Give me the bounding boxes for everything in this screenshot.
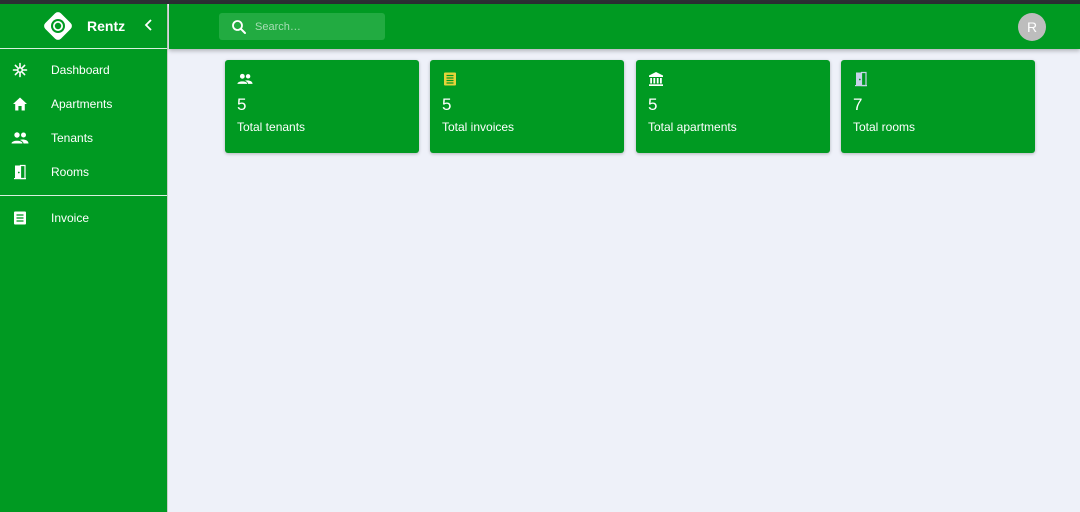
home-icon: [11, 95, 29, 113]
app-name: Rentz: [87, 18, 126, 34]
search-input[interactable]: [255, 20, 375, 33]
door-icon: [855, 71, 867, 87]
sidebar-item-label: Dashboard: [51, 63, 110, 77]
chevron-left-icon[interactable]: [141, 16, 157, 34]
stat-card-rooms: 7 Total rooms: [841, 60, 1035, 153]
sidebar-item-label: Invoice: [51, 211, 90, 225]
sidebar: Rentz Dashboard Apartments Tenants Rooms…: [0, 4, 168, 512]
sidebar-item-label: Apartments: [51, 97, 113, 111]
stat-card-tenants: 5 Total tenants: [225, 60, 419, 153]
sidebar-item-rooms[interactable]: Rooms: [0, 155, 167, 189]
sidebar-item-dashboard[interactable]: Dashboard: [0, 53, 167, 87]
sidebar-item-apartments[interactable]: Apartments: [0, 87, 167, 121]
stat-label: Total tenants: [237, 120, 306, 134]
sidebar-item-invoice[interactable]: Invoice: [0, 201, 167, 235]
search-box[interactable]: [219, 13, 385, 40]
sidebar-item-label: Tenants: [51, 131, 94, 145]
brand-header: Rentz: [0, 4, 167, 49]
people-icon: [11, 129, 29, 147]
receipt-icon: [11, 209, 29, 227]
top-app-bar: R: [169, 4, 1080, 49]
logo-icon: [44, 12, 72, 40]
stat-value: 7: [853, 95, 863, 114]
stat-label: Total rooms: [853, 120, 916, 134]
stat-card-invoices: 5 Total invoices: [430, 60, 624, 153]
sidebar-nav: Dashboard Apartments Tenants Rooms: [0, 49, 167, 189]
sidebar-item-tenants[interactable]: Tenants: [0, 121, 167, 155]
stat-label: Total apartments: [648, 120, 737, 134]
bank-icon: [649, 72, 663, 86]
stat-value: 5: [237, 95, 247, 114]
sidebar-secondary-nav: Invoice: [0, 196, 167, 235]
sidebar-item-label: Rooms: [51, 165, 90, 179]
stat-value: 5: [442, 95, 452, 114]
dashboard-icon: [11, 61, 29, 79]
people-icon: [237, 73, 253, 84]
stat-card-apartments: 5 Total apartments: [636, 60, 830, 153]
door-icon: [11, 163, 29, 181]
stat-value: 5: [648, 95, 658, 114]
receipt-icon: [444, 72, 456, 86]
avatar[interactable]: R: [1018, 13, 1046, 41]
avatar-initial: R: [1026, 19, 1038, 35]
stat-label: Total invoices: [442, 120, 515, 134]
search-icon: [232, 19, 246, 34]
